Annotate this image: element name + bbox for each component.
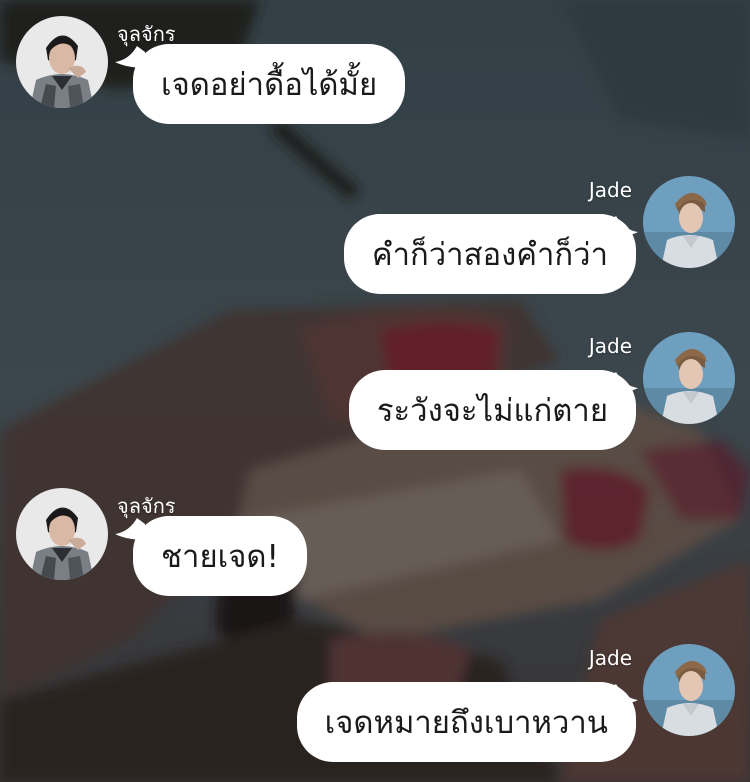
message-row-2: Jade คำก็ว่าสองคำก็ว่า — [0, 176, 750, 296]
message-text: เจดหมายถึงเบาหวาน — [324, 705, 608, 741]
message-bubble[interactable]: ชายเจด! — [133, 516, 307, 596]
message-row-1: จุลจักร เจดอย่าดื้อได้มั้ย — [0, 0, 750, 124]
avatar-julajak[interactable] — [16, 488, 108, 580]
avatar-jade[interactable] — [643, 176, 735, 268]
message-bubble[interactable]: ระวังจะไม่แก่ตาย — [348, 370, 636, 450]
message-text: ระวังจะไม่แก่ตาย — [376, 393, 608, 429]
message-row-5: Jade เจดหมายถึงเบาหวาน — [0, 644, 750, 764]
message-bubble[interactable]: เจดหมายถึงเบาหวาน — [296, 682, 636, 762]
message-bubble[interactable]: คำก็ว่าสองคำก็ว่า — [343, 214, 636, 294]
avatar-jade[interactable] — [643, 332, 735, 424]
sender-name: Jade — [588, 646, 632, 670]
avatar-jade[interactable] — [643, 644, 735, 736]
message-row-4: จุลจักร ชายเจด! — [0, 472, 750, 596]
message-row-3: Jade ระวังจะไม่แก่ตาย — [0, 332, 750, 452]
avatar-julajak[interactable] — [16, 16, 108, 108]
sender-name: Jade — [588, 178, 632, 202]
message-text: เจดอย่าดื้อได้มั้ย — [161, 67, 378, 103]
message-bubble[interactable]: เจดอย่าดื้อได้มั้ย — [133, 44, 406, 124]
sender-name: Jade — [588, 334, 632, 358]
message-text: ชายเจด! — [161, 539, 279, 575]
message-text: คำก็ว่าสองคำก็ว่า — [371, 237, 608, 273]
